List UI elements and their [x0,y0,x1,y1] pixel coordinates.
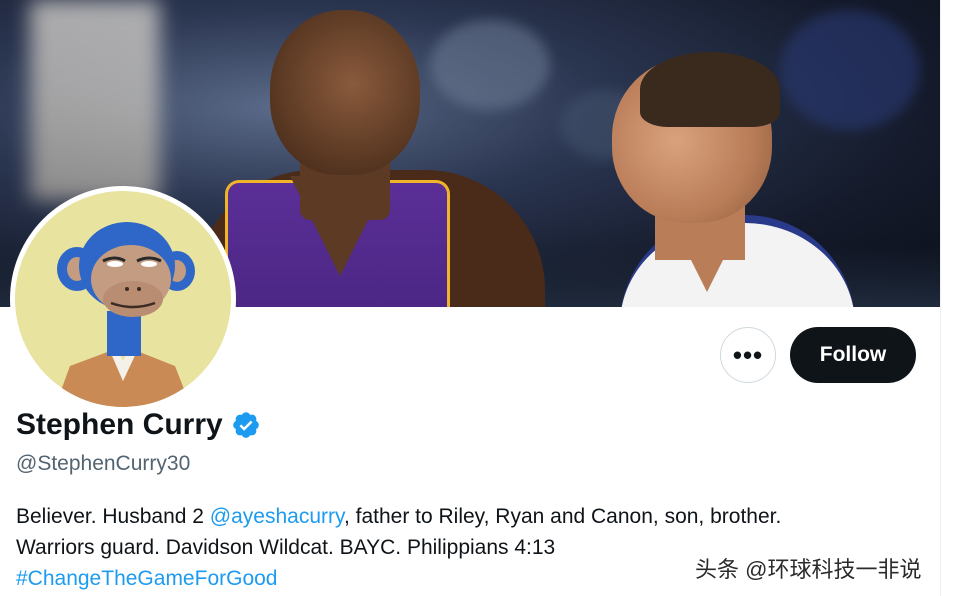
banner-crowd-blur [780,10,920,130]
bio-text: , father to Riley, Ryan and Canon, son, … [343,505,782,528]
profile-name-row: Stephen Curry [16,408,261,442]
banner-crowd-blur [430,20,550,110]
ape-avatar-icon [55,222,195,407]
mention-link[interactable]: @ayeshacurry [210,505,344,528]
profile-handle: @StephenCurry30 [16,452,191,475]
more-dots-icon: ••• [732,339,764,370]
follow-button[interactable]: Follow [790,327,916,383]
banner-background-light [30,0,160,200]
avatar-ape-image [15,191,231,407]
banner-player-right-hair [640,52,780,127]
page-divider [940,0,941,596]
verified-badge-icon[interactable] [231,410,261,440]
profile-page: ••• Follow Stephen Curry @StephenCurry30… [0,0,961,596]
profile-display-name: Stephen Curry [16,408,223,441]
bio-line-1: Believer. Husband 2 @ayeshacurry, father… [16,501,916,532]
watermark-text: 头条 @环球科技一非说 [695,557,922,582]
banner-player-left-head [270,10,420,175]
bio-text: Believer. Husband 2 [16,505,210,528]
avatar[interactable] [10,186,236,412]
more-options-button[interactable]: ••• [720,327,776,383]
follow-button-label: Follow [819,343,887,366]
